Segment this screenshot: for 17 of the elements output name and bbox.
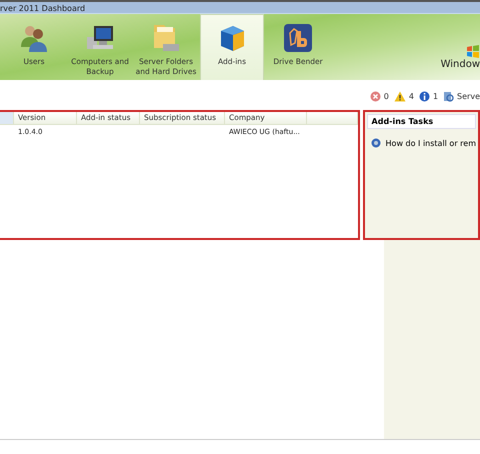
drive-bender-icon bbox=[283, 23, 313, 53]
people-icon bbox=[19, 23, 49, 53]
server-icon bbox=[443, 90, 454, 102]
help-icon bbox=[370, 138, 381, 148]
error-icon bbox=[370, 90, 381, 102]
warning-icon bbox=[394, 90, 406, 102]
folder-icon bbox=[151, 22, 181, 54]
alert-count: 4 bbox=[408, 92, 414, 100]
server-link[interactable]: Serve bbox=[457, 92, 480, 100]
window-title: rver 2011 Dashboard bbox=[0, 0, 480, 14]
info-icon bbox=[418, 90, 430, 102]
brand-text: Window bbox=[440, 58, 480, 70]
alert-count: 1 bbox=[432, 92, 438, 100]
panel-title: Add-ins Tasks bbox=[366, 114, 476, 129]
alert-count: 0 bbox=[384, 92, 389, 100]
windows-logo-icon bbox=[466, 44, 480, 58]
task-link[interactable]: How do I install or rem bbox=[386, 138, 476, 148]
